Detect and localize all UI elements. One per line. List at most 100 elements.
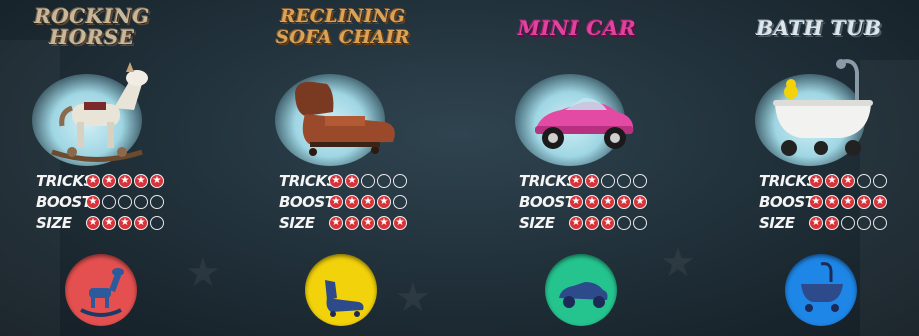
empty-circle-icon: [857, 173, 871, 188]
rating-pips: ★ ★: [569, 173, 647, 188]
filled-star-icon: ★: [569, 173, 583, 188]
filled-star-icon: ★: [825, 173, 839, 188]
rating-pips: ★ ★ ★ ★ ★: [569, 194, 647, 209]
filled-star-icon: ★: [377, 194, 391, 209]
filled-star-icon: ★: [393, 215, 407, 230]
stat-label: SIZE: [36, 213, 72, 232]
empty-circle-icon: [633, 215, 647, 230]
rating-pips: ★ ★ ★ ★: [329, 194, 407, 209]
empty-circle-icon: [118, 194, 132, 209]
filled-star-icon: ★: [809, 215, 823, 230]
filled-star-icon: ★: [329, 215, 343, 230]
filled-star-icon: ★: [569, 194, 583, 209]
filled-star-icon: ★: [377, 215, 391, 230]
filled-star-icon: ★: [102, 215, 116, 230]
filled-star-icon: ★: [601, 215, 615, 230]
empty-circle-icon: [361, 173, 375, 188]
filled-star-icon: ★: [361, 194, 375, 209]
filled-star-icon: ★: [809, 194, 823, 209]
empty-circle-icon: [601, 173, 615, 188]
stat-row-boost: BOOST ★ ★ ★ ★: [279, 191, 407, 212]
stat-label: BOOST: [519, 192, 575, 211]
vehicle-card-bath-tub[interactable]: BATH TUB TRICKS ★ ★ ★ BOOST ★ ★ ★ ★ ★ SIZE ★ ★: [735, 0, 919, 336]
filled-star-icon: ★: [86, 173, 100, 188]
select-mini-car-button[interactable]: [545, 254, 617, 326]
vehicle-title: MINI CAR: [517, 16, 637, 40]
vehicle-card-mini-car[interactable]: MINI CAR TRICKS ★ ★ BOOST ★ ★ ★ ★ ★ SIZE ★ ★ ★: [495, 0, 695, 336]
rating-pips: ★ ★ ★: [569, 215, 647, 230]
rocking-horse-illustration: [51, 62, 148, 162]
rating-pips: ★ ★: [809, 215, 887, 230]
stats-panel: TRICKS ★ ★ BOOST ★ ★ ★ ★ SIZE ★ ★ ★ ★ ★: [279, 170, 407, 233]
filled-star-icon: ★: [841, 194, 855, 209]
empty-circle-icon: [873, 173, 887, 188]
empty-circle-icon: [393, 194, 407, 209]
bath-tub-illustration: [773, 59, 873, 156]
vehicle-title: BATH TUB: [756, 16, 882, 40]
stat-row-boost: BOOST ★ ★ ★ ★ ★: [759, 191, 887, 212]
filled-star-icon: ★: [345, 173, 359, 188]
select-rocking-horse-button[interactable]: [65, 254, 137, 326]
stat-label: BOOST: [36, 192, 92, 211]
empty-circle-icon: [134, 194, 148, 209]
rating-pips: ★ ★ ★: [809, 173, 887, 188]
stat-label: TRICKS: [36, 171, 94, 190]
rating-pips: ★ ★: [329, 173, 407, 188]
stat-label: TRICKS: [279, 171, 337, 190]
filled-star-icon: ★: [86, 215, 100, 230]
vehicle-title: RECLINING SOFA CHAIR: [275, 6, 411, 48]
stats-panel: TRICKS ★ ★ ★ BOOST ★ ★ ★ ★ ★ SIZE ★ ★: [759, 170, 887, 233]
stat-row-tricks: TRICKS ★ ★: [279, 170, 407, 191]
filled-star-icon: ★: [361, 215, 375, 230]
filled-star-icon: ★: [825, 194, 839, 209]
rating-pips: ★: [86, 194, 164, 209]
empty-circle-icon: [102, 194, 116, 209]
rating-pips: ★ ★ ★ ★: [86, 215, 164, 230]
empty-circle-icon: [150, 215, 164, 230]
stat-row-tricks: TRICKS ★ ★ ★ ★ ★: [36, 170, 164, 191]
stat-label: BOOST: [759, 192, 815, 211]
filled-star-icon: ★: [150, 173, 164, 188]
bath-tub-icon: [801, 262, 843, 312]
empty-circle-icon: [841, 215, 855, 230]
empty-circle-icon: [617, 215, 631, 230]
vehicle-card-reclining-sofa-chair[interactable]: RECLINING SOFA CHAIR TRICKS ★ ★ BOOST ★ ★ ★…: [255, 0, 455, 336]
filled-star-icon: ★: [329, 194, 343, 209]
empty-circle-icon: [633, 173, 647, 188]
filled-star-icon: ★: [633, 194, 647, 209]
filled-star-icon: ★: [118, 173, 132, 188]
filled-star-icon: ★: [585, 215, 599, 230]
stat-label: BOOST: [279, 192, 335, 211]
stat-label: SIZE: [519, 213, 555, 232]
filled-star-icon: ★: [585, 173, 599, 188]
filled-star-icon: ★: [134, 173, 148, 188]
stat-row-boost: BOOST ★ ★ ★ ★ ★: [519, 191, 647, 212]
stats-panel: TRICKS ★ ★ ★ ★ ★ BOOST ★ SIZE ★ ★ ★ ★: [36, 170, 164, 233]
rating-pips: ★ ★ ★ ★ ★: [329, 215, 407, 230]
stat-row-boost: BOOST ★: [36, 191, 164, 212]
filled-star-icon: ★: [102, 173, 116, 188]
filled-star-icon: ★: [825, 215, 839, 230]
stat-row-tricks: TRICKS ★ ★ ★: [759, 170, 887, 191]
vehicle-title: ROCKING HORSE: [34, 4, 150, 49]
sofa-chair-icon: [325, 280, 364, 317]
mini-car-icon: [559, 282, 608, 308]
filled-star-icon: ★: [134, 215, 148, 230]
filled-star-icon: ★: [873, 194, 887, 209]
filled-star-icon: ★: [617, 194, 631, 209]
stat-label: SIZE: [759, 213, 795, 232]
filled-star-icon: ★: [857, 194, 871, 209]
stat-label: TRICKS: [519, 171, 577, 190]
vehicle-card-rocking-horse[interactable]: ROCKING HORSE TRICKS ★ ★ ★ ★ ★ BOOST ★ SIZE …: [12, 0, 212, 336]
stat-label: SIZE: [279, 213, 315, 232]
stat-row-size: SIZE ★ ★: [759, 212, 887, 233]
select-bath-tub-button[interactable]: [785, 254, 857, 326]
stat-label: TRICKS: [759, 171, 817, 190]
empty-circle-icon: [857, 215, 871, 230]
filled-star-icon: ★: [329, 173, 343, 188]
select-sofa-chair-button[interactable]: [305, 254, 377, 326]
empty-circle-icon: [873, 215, 887, 230]
filled-star-icon: ★: [118, 215, 132, 230]
filled-star-icon: ★: [585, 194, 599, 209]
sofa-chair-illustration: [295, 81, 395, 156]
